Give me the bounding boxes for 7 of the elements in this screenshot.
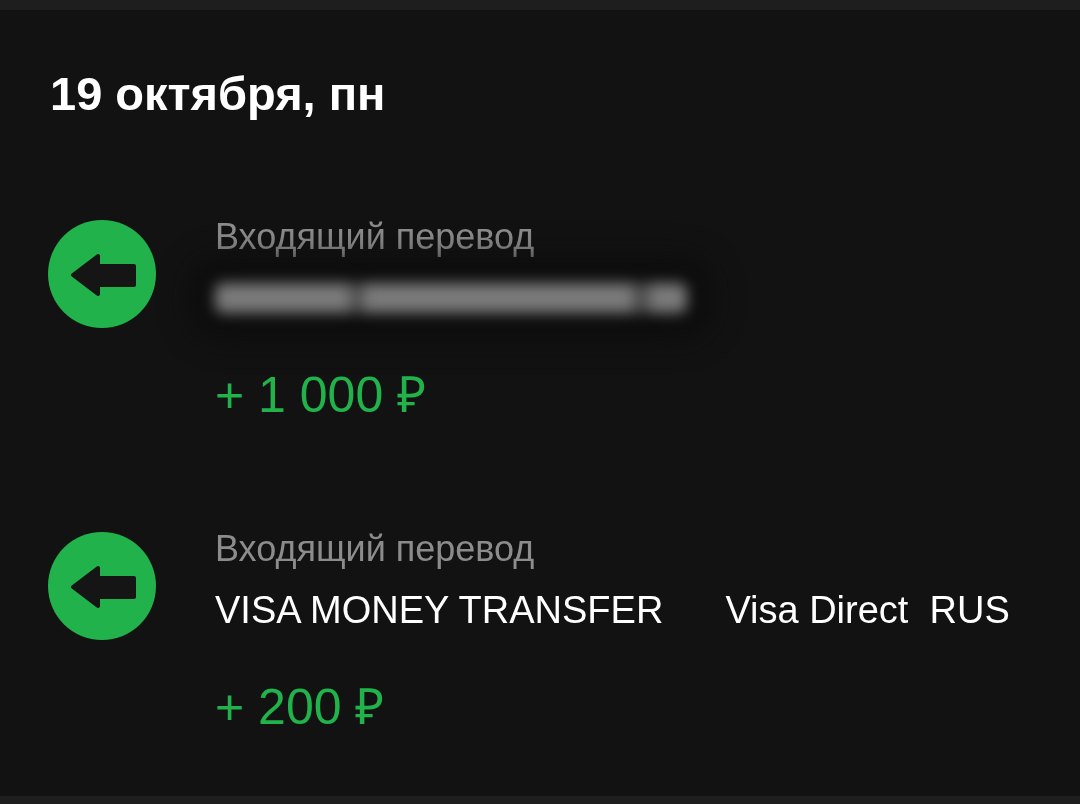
transaction-type: Входящий перевод [215,528,535,570]
counterparty-text: Visa Direct RUS [725,588,1010,632]
transaction-type: Входящий перевод [215,216,535,258]
transaction-amount: + 200 ₽ [215,678,385,737]
date-heading: 19 октября, пн [50,66,386,122]
counterparty-text: VISA MONEY TRANSFER [215,588,664,632]
transaction-amount: + 1 000 ₽ [215,366,427,425]
